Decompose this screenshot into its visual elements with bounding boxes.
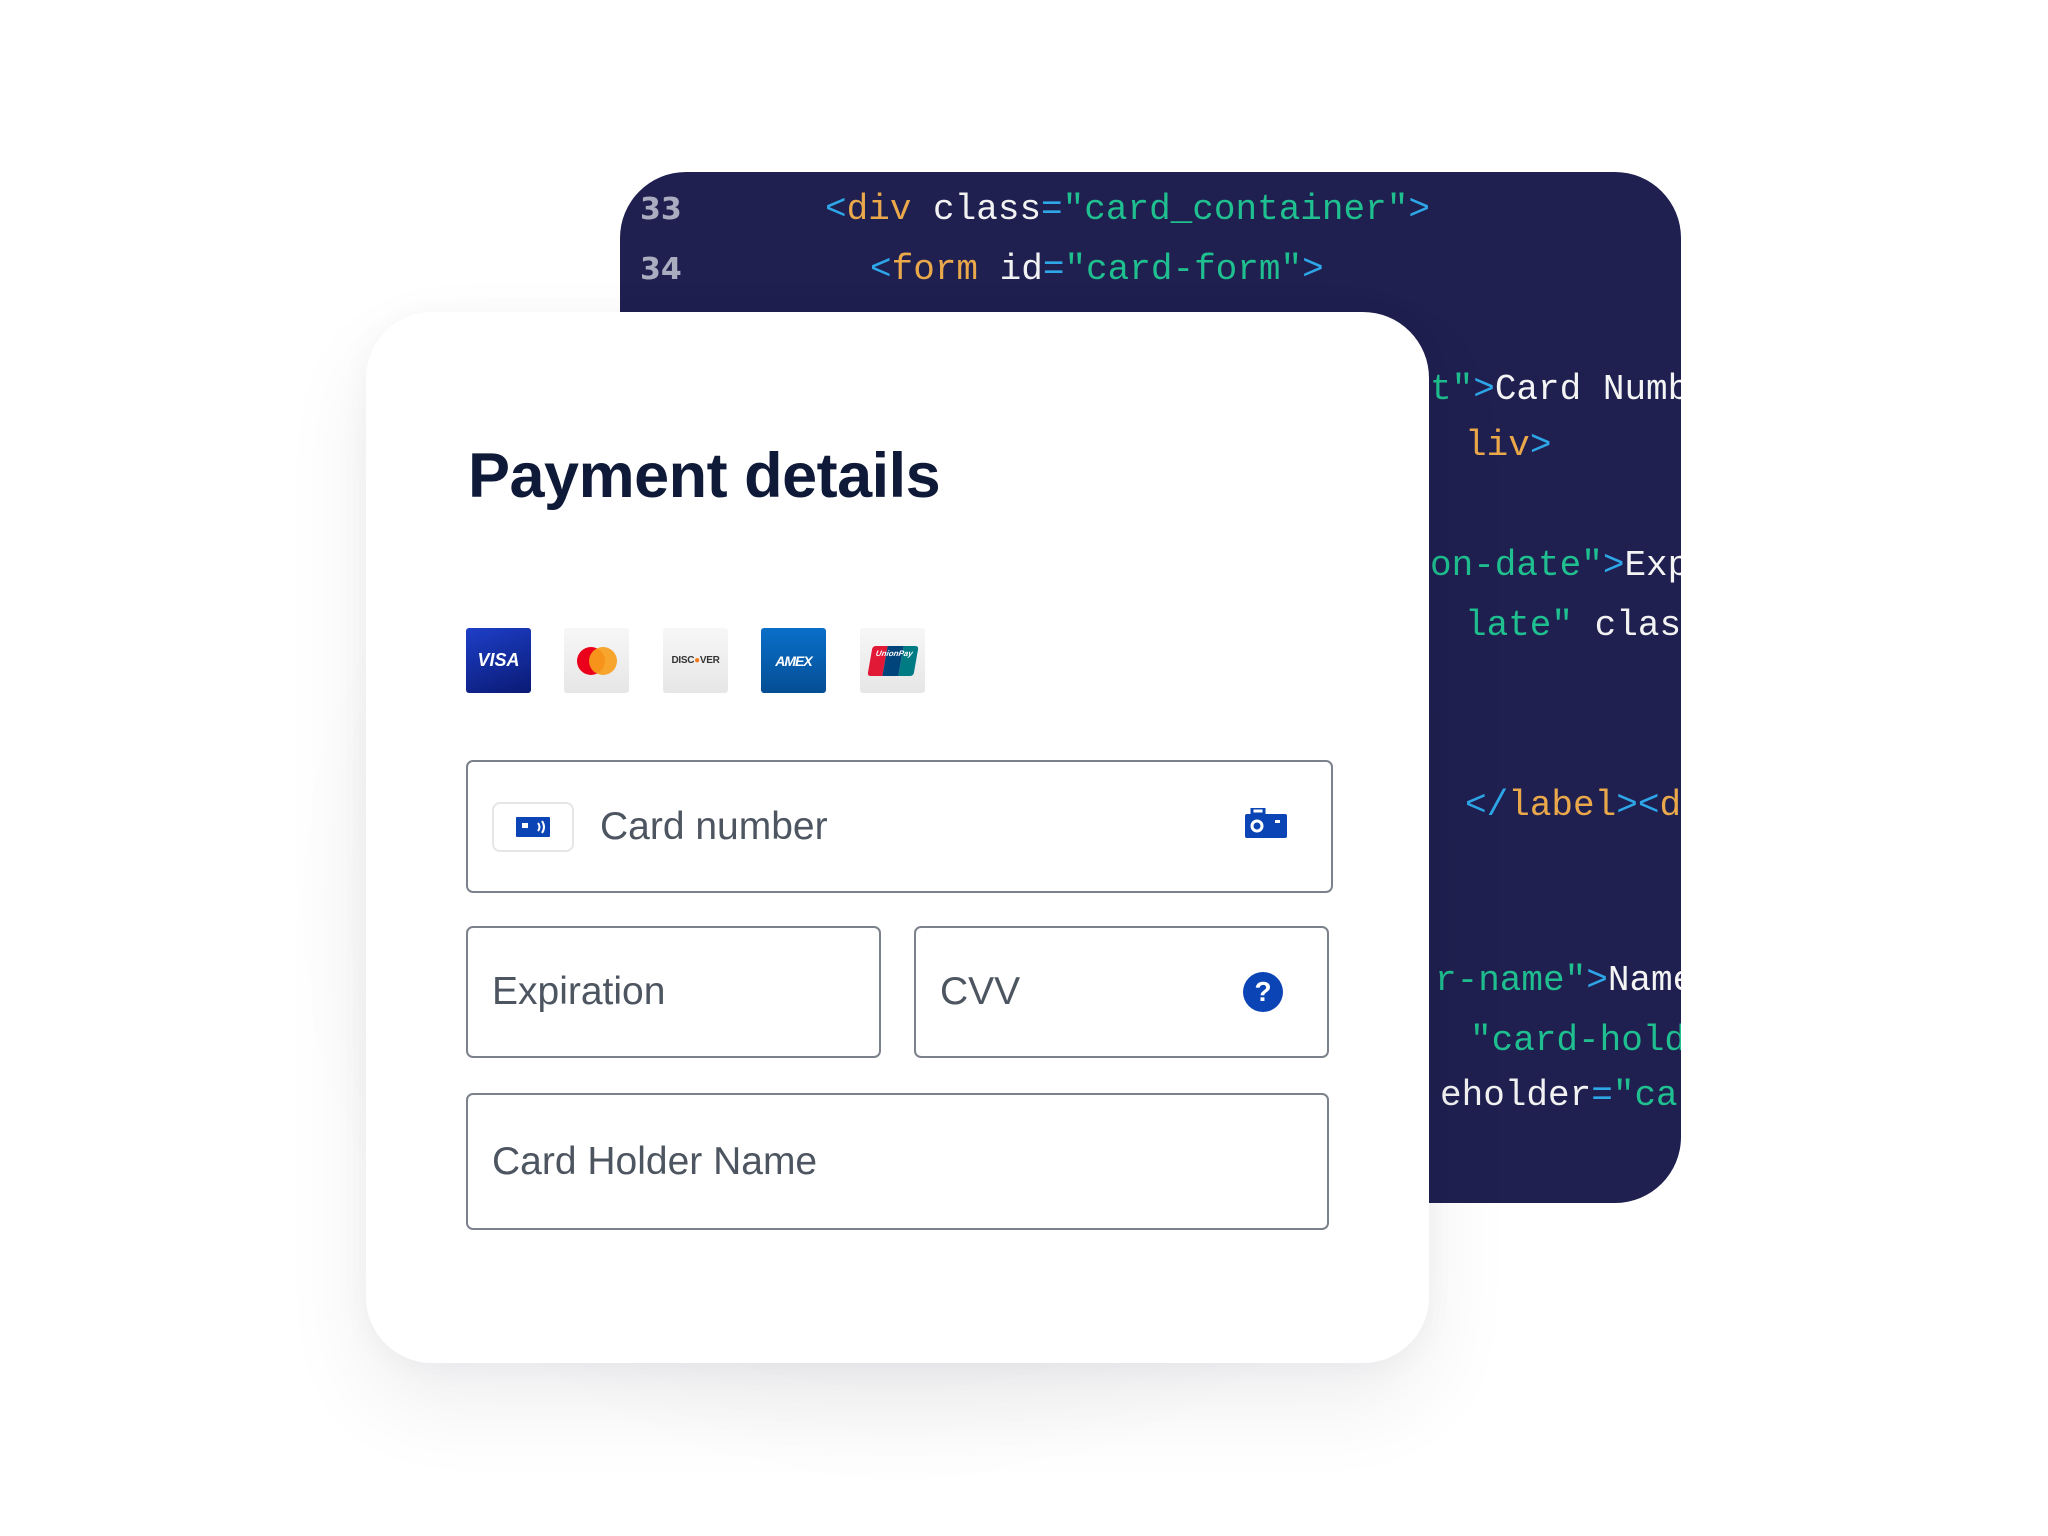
code-token: "card-form" (1064, 249, 1303, 290)
amex-logo: AMEX (761, 628, 826, 693)
code-token: label (1508, 785, 1617, 826)
code-token: "card_container" (1062, 189, 1409, 230)
card-number-input[interactable]: Card number (466, 760, 1333, 893)
code-token: < (825, 189, 847, 230)
code-token: form (891, 249, 979, 290)
discover-logo: DISC●VER (663, 628, 728, 693)
code-token: Name (1607, 960, 1681, 1001)
code-token: > (1408, 189, 1430, 230)
code-token: < (870, 249, 892, 290)
mastercard-logo (564, 628, 629, 693)
card-holder-name-placeholder: Card Holder Name (492, 1139, 818, 1183)
code-token: "card-holder (1470, 1020, 1681, 1061)
visa-logo-text: VISA (477, 650, 520, 670)
card-holder-name-input[interactable]: Card Holder Name (466, 1093, 1329, 1230)
line-number: 33 (640, 192, 682, 227)
code-token: class (1594, 605, 1681, 646)
code-token: class (911, 189, 1042, 230)
visa-logo: VISA (466, 628, 531, 693)
unionpay-logo-text: UnionPay (874, 648, 914, 658)
unionpay-icon: UnionPay (866, 645, 919, 676)
code-token: "car (1612, 1075, 1681, 1116)
cvv-input[interactable]: CVV ? (914, 926, 1329, 1058)
expiration-placeholder: Expiration (492, 970, 666, 1013)
cvv-placeholder: CVV (940, 970, 1021, 1013)
code-line: <div class="card_container"> (825, 190, 1430, 230)
code-token: > (1302, 249, 1324, 290)
code-token: = (1042, 249, 1065, 290)
code-token: = (1041, 189, 1063, 230)
code-token: > (1529, 425, 1552, 466)
mastercard-icon (575, 646, 619, 675)
unionpay-logo: UnionPay (860, 628, 925, 693)
code-token: Card Numb (1494, 369, 1681, 410)
contactless-card-icon (492, 802, 574, 852)
code-token: = (1591, 1075, 1613, 1116)
cvv-help-icon[interactable]: ? (1243, 972, 1283, 1012)
code-token: div (846, 189, 912, 230)
amex-logo-text: AMEX (775, 652, 812, 669)
discover-logo-text: DISC●VER (671, 655, 720, 666)
scan-card-camera-icon[interactable] (1245, 806, 1287, 843)
line-number: 34 (640, 252, 682, 287)
code-token: > (1586, 960, 1608, 1001)
code-token: > (1602, 545, 1625, 586)
card-number-placeholder: Card number (600, 804, 828, 848)
code-line: <form id="card-form"> (870, 250, 1324, 290)
code-token: id (978, 249, 1043, 290)
page-title: Payment details (468, 441, 941, 511)
code-token: >< (1616, 785, 1660, 826)
code-line: "card-holder (1470, 1021, 1681, 1061)
payment-card: Payment details VISA DISC●VER AMEX Union… (366, 312, 1429, 1363)
code-token: Exp (1624, 545, 1681, 586)
expiration-input[interactable]: Expiration (466, 926, 881, 1058)
code-token: div (1659, 785, 1681, 826)
